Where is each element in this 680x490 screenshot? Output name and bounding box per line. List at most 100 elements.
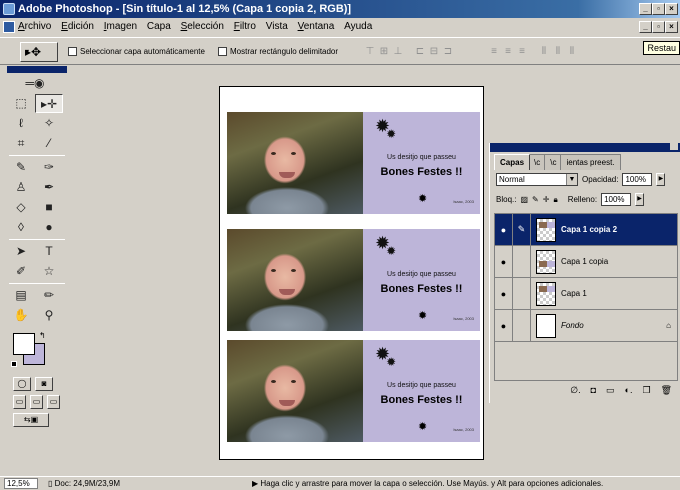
slice-tool-icon[interactable]: ⁄ bbox=[35, 134, 63, 153]
align-bottom-icon[interactable]: ⊥ bbox=[392, 46, 404, 57]
align-left-icon[interactable]: ⊏ bbox=[414, 46, 426, 57]
visibility-eye-icon[interactable]: ● bbox=[495, 278, 513, 309]
swap-colors-icon[interactable]: ↰ bbox=[39, 331, 46, 340]
full-screen-mode-icon[interactable]: ▭ bbox=[47, 395, 60, 409]
fill-input[interactable]: 100% bbox=[601, 193, 632, 206]
standard-mode-icon[interactable]: ◯ bbox=[13, 377, 31, 391]
menu-capa[interactable]: Capa bbox=[147, 18, 171, 36]
visibility-eye-icon[interactable]: ● bbox=[495, 246, 513, 277]
distribute-bottom-icon[interactable]: ≡ bbox=[516, 46, 528, 57]
healing-brush-tool-icon[interactable]: ✎ bbox=[7, 158, 35, 177]
lock-all-icon[interactable]: 🔒︎ bbox=[553, 195, 557, 205]
hand-tool-icon[interactable]: ✋ bbox=[7, 306, 35, 325]
pen-tool-icon[interactable]: ✐ bbox=[7, 262, 35, 281]
move-tool-icon[interactable]: ▸✛ bbox=[35, 94, 63, 113]
show-bounds-checkbox[interactable] bbox=[218, 47, 227, 56]
layer-row[interactable]: ● Capa 1 bbox=[495, 278, 677, 310]
layer-row[interactable]: ● Capa 1 copia bbox=[495, 246, 677, 278]
minimize-button[interactable]: _ bbox=[639, 3, 652, 15]
toolbox-titlebar[interactable] bbox=[7, 66, 67, 73]
align-hcenter-icon[interactable]: ⊟ bbox=[428, 46, 440, 57]
eyedropper-tool-icon[interactable]: ✏ bbox=[35, 286, 63, 305]
doc-restore-button[interactable]: ▫ bbox=[652, 21, 665, 33]
layer-style-icon[interactable]: ∅. bbox=[570, 385, 580, 399]
crop-tool-icon[interactable]: ⌗ bbox=[7, 134, 35, 153]
lock-transparency-icon[interactable]: ▨ bbox=[520, 195, 528, 204]
shape-tool-icon[interactable]: ☆ bbox=[35, 262, 63, 281]
menu-edicion[interactable]: Edición bbox=[61, 18, 94, 36]
link-icon[interactable] bbox=[513, 310, 531, 341]
zoom-tool-icon[interactable]: ⚲ bbox=[35, 306, 63, 325]
path-selection-tool-icon[interactable]: ➤ bbox=[7, 242, 35, 261]
auto-select-checkbox[interactable] bbox=[68, 47, 77, 56]
menu-archivo[interactable]: Archivo bbox=[18, 18, 51, 36]
maximize-button[interactable]: ▫ bbox=[652, 3, 665, 15]
photoshop-eye-logo-icon[interactable]: ═◉ bbox=[7, 74, 63, 93]
fill-slider-button[interactable]: ▶ bbox=[635, 193, 645, 206]
distribute-right-icon[interactable]: ⦀ bbox=[566, 46, 578, 57]
palette-close-icon[interactable] bbox=[670, 143, 678, 150]
standard-screen-mode-icon[interactable]: ▭ bbox=[13, 395, 26, 409]
notes-tool-icon[interactable]: ▤ bbox=[7, 286, 35, 305]
tab-tool-presets[interactable]: ientas preest. bbox=[560, 154, 621, 170]
eraser-tool-icon[interactable]: ◇ bbox=[7, 198, 35, 217]
opacity-slider-button[interactable]: ▶ bbox=[656, 173, 666, 186]
distribute-left-icon[interactable]: ⦀ bbox=[538, 46, 550, 57]
link-icon[interactable] bbox=[513, 246, 531, 277]
new-layer-icon[interactable]: ❐ bbox=[642, 385, 650, 399]
add-mask-icon[interactable]: ◘ bbox=[591, 385, 596, 399]
document-info[interactable]: ▯ Doc: 24,9M/23,9M bbox=[48, 477, 120, 490]
quick-mask-mode-icon[interactable]: ◙ bbox=[35, 377, 53, 391]
layer-row[interactable]: ● Fondo ⌂ bbox=[495, 310, 677, 342]
layers-palette-titlebar[interactable] bbox=[490, 143, 680, 152]
marquee-tool-icon[interactable]: ⬚ bbox=[7, 94, 35, 113]
document-canvas[interactable]: ✹✹ Us desitjo que passeu Bones Festes !!… bbox=[219, 86, 484, 460]
menu-vista[interactable]: Vista bbox=[266, 18, 288, 36]
menu-ayuda[interactable]: Ayuda bbox=[344, 18, 372, 36]
blur-tool-icon[interactable]: ◊ bbox=[7, 218, 35, 237]
visibility-eye-icon[interactable]: ● bbox=[495, 214, 513, 245]
visibility-eye-icon[interactable]: ● bbox=[495, 310, 513, 341]
lasso-tool-icon[interactable]: ℓ bbox=[7, 114, 35, 133]
menu-seleccion[interactable]: Selección bbox=[181, 18, 224, 36]
document-icon[interactable] bbox=[3, 21, 15, 33]
distribute-hcenter-icon[interactable]: ⦀ bbox=[552, 46, 564, 57]
link-icon[interactable] bbox=[513, 278, 531, 309]
align-top-icon[interactable]: ⊤ bbox=[364, 46, 376, 57]
magic-wand-tool-icon[interactable]: ✧ bbox=[35, 114, 63, 133]
zoom-level-input[interactable]: 12,5% bbox=[4, 478, 38, 489]
gradient-tool-icon[interactable]: ■ bbox=[35, 198, 63, 217]
brush-edit-icon[interactable]: ✎ bbox=[513, 214, 531, 245]
history-brush-tool-icon[interactable]: ✒ bbox=[35, 178, 63, 197]
menu-ventana[interactable]: Ventana bbox=[298, 18, 335, 36]
trash-icon[interactable]: 🗑︎ bbox=[661, 385, 672, 399]
distribute-top-icon[interactable]: ≡ bbox=[488, 46, 500, 57]
opacity-input[interactable]: 100% bbox=[622, 173, 653, 186]
menu-filtro[interactable]: Filtro bbox=[234, 18, 256, 36]
menu-imagen[interactable]: Imagen bbox=[104, 18, 137, 36]
doc-minimize-button[interactable]: _ bbox=[639, 21, 652, 33]
default-colors-icon[interactable] bbox=[11, 361, 17, 367]
show-bounds-option[interactable]: Mostrar rectángulo delimitador bbox=[218, 47, 338, 56]
tab-capas[interactable]: Capas bbox=[494, 154, 531, 170]
distribute-vcenter-icon[interactable]: ≡ bbox=[502, 46, 514, 57]
auto-select-layer-option[interactable]: Seleccionar capa automáticamente bbox=[68, 47, 205, 56]
blend-mode-select[interactable]: Normal ▼ bbox=[496, 173, 578, 186]
lock-position-icon[interactable]: ✛ bbox=[543, 195, 550, 204]
brush-tool-icon[interactable]: ✑ bbox=[35, 158, 63, 177]
align-vcenter-icon[interactable]: ⊞ bbox=[378, 46, 390, 57]
close-button[interactable]: × bbox=[665, 3, 678, 15]
layer-row[interactable]: ● ✎ Capa 1 copia 2 bbox=[495, 214, 677, 246]
type-tool-icon[interactable]: T bbox=[35, 242, 63, 261]
jump-to-imageready-icon[interactable]: ⇆▣ bbox=[13, 413, 49, 427]
clone-stamp-tool-icon[interactable]: ♙ bbox=[7, 178, 35, 197]
dodge-tool-icon[interactable]: ● bbox=[35, 218, 63, 237]
full-screen-menu-mode-icon[interactable]: ▭ bbox=[30, 395, 43, 409]
photoshop-app-icon[interactable] bbox=[3, 3, 15, 15]
foreground-color-swatch[interactable] bbox=[13, 333, 35, 355]
doc-close-button[interactable]: × bbox=[665, 21, 678, 33]
align-right-icon[interactable]: ⊐ bbox=[442, 46, 454, 57]
new-set-icon[interactable]: ▭ bbox=[606, 385, 615, 399]
lock-image-icon[interactable]: ✎ bbox=[532, 195, 539, 204]
adjustment-layer-icon[interactable]: ◐. bbox=[625, 385, 633, 399]
